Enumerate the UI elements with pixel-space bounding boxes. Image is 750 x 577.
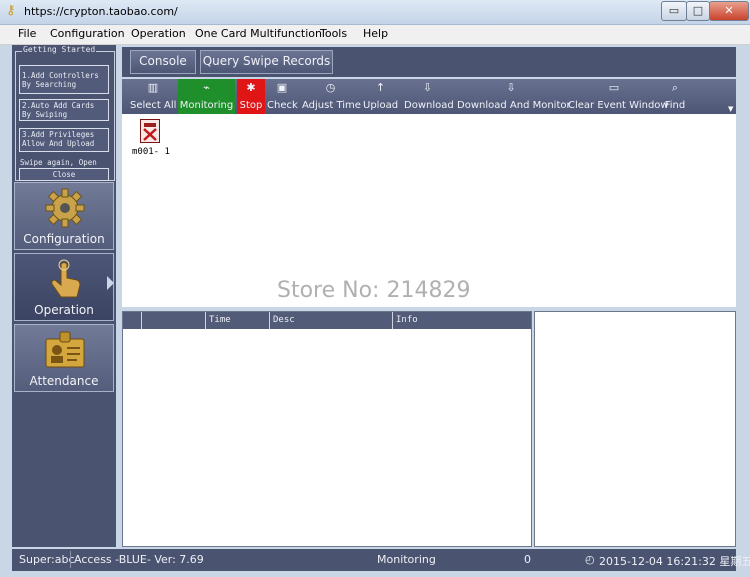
find-button[interactable]: ⌕ Find bbox=[662, 79, 688, 114]
menu-help[interactable]: Help bbox=[363, 27, 388, 40]
status-divider bbox=[70, 551, 71, 568]
maximize-icon: □ bbox=[692, 4, 704, 17]
status-state: Monitoring bbox=[377, 553, 436, 566]
menu-tools[interactable]: Tools bbox=[320, 27, 347, 40]
toolbar-label: Monitoring bbox=[179, 100, 234, 111]
nav-label: Configuration bbox=[23, 232, 105, 246]
app-key-icon: ⚷ bbox=[6, 3, 16, 18]
close-getting-started-button[interactable]: Close bbox=[19, 168, 109, 181]
step-line: 2.Auto Add Cards bbox=[22, 101, 95, 110]
step-line: By Swiping bbox=[22, 110, 68, 119]
gear-icon bbox=[45, 188, 85, 228]
upload-button[interactable]: ↑ Upload bbox=[363, 79, 398, 114]
controller-device-icon[interactable] bbox=[140, 119, 160, 143]
column-header-time[interactable]: Time bbox=[205, 312, 269, 329]
minimize-button[interactable]: ▭ bbox=[661, 1, 687, 21]
nav-attendance[interactable]: Attendance bbox=[14, 324, 114, 392]
getting-started-box: Getting Started 1.Add Controllers By Sea… bbox=[15, 45, 115, 181]
status-datetime: 2015-12-04 16:21:32 星期五 bbox=[599, 555, 750, 568]
status-access-version: Access -BLUE- Ver: 7.69 bbox=[74, 553, 204, 566]
toolbar-label: Upload bbox=[363, 100, 399, 111]
select-all-button[interactable]: ▥ Select All bbox=[130, 79, 176, 114]
toolbar-label: Stop bbox=[239, 100, 263, 111]
add-controllers-button[interactable]: 1.Add Controllers By Searching bbox=[19, 65, 109, 94]
toolbar-label: Download bbox=[404, 100, 454, 111]
device-offline-icon bbox=[143, 123, 157, 141]
add-privileges-button[interactable]: 3.Add Privileges Allow And Upload bbox=[19, 128, 109, 152]
menu-operation[interactable]: Operation bbox=[131, 27, 186, 40]
maximize-button[interactable]: □ bbox=[686, 1, 710, 21]
step-line: 1.Add Controllers bbox=[22, 71, 99, 80]
toolbar-label: Check bbox=[267, 100, 298, 111]
event-table: Time Desc Info bbox=[122, 311, 532, 547]
monitoring-button[interactable]: ⌁ Monitoring bbox=[178, 79, 235, 114]
close-button[interactable]: ✕ bbox=[709, 1, 749, 21]
step-line: Allow And Upload bbox=[22, 139, 95, 148]
tabs-bar: Console Query Swipe Records bbox=[122, 47, 736, 77]
minimize-icon: ▭ bbox=[668, 4, 680, 17]
menu-configuration[interactable]: Configuration bbox=[50, 27, 125, 40]
trash-icon: ▭ bbox=[608, 81, 620, 94]
swipe-again-text: Swipe again, Open bbox=[20, 158, 97, 167]
toolbar-label: Clear Event Window bbox=[568, 100, 669, 111]
tab-console[interactable]: Console bbox=[130, 50, 196, 74]
tab-query-swipe-records[interactable]: Query Swipe Records bbox=[200, 50, 333, 74]
column-header-desc[interactable]: Desc bbox=[269, 312, 392, 329]
column-header[interactable] bbox=[123, 312, 141, 329]
getting-started-title: Getting Started bbox=[22, 45, 97, 54]
stop-icon: ✱ bbox=[246, 81, 256, 94]
toolbar-label: Find bbox=[664, 100, 686, 111]
menu-bar: File Configuration Operation One Card Mu… bbox=[0, 25, 750, 45]
menu-one-card[interactable]: One Card Multifunction bbox=[195, 27, 322, 40]
nav-configuration[interactable]: Configuration bbox=[14, 182, 114, 250]
upload-arrow-icon: ↑ bbox=[375, 81, 386, 94]
stop-button[interactable]: ✱ Stop bbox=[237, 79, 265, 114]
status-count: 0 bbox=[524, 553, 531, 566]
download-button[interactable]: ⇩ Download bbox=[404, 79, 454, 114]
event-table-header: Time Desc Info bbox=[123, 312, 531, 329]
id-card-icon bbox=[45, 331, 85, 368]
monitor-icon: ⌁ bbox=[203, 81, 210, 94]
close-icon: ✕ bbox=[724, 4, 734, 17]
clock-icon: ◷ bbox=[325, 81, 336, 94]
select-all-icon: ▥ bbox=[147, 81, 159, 94]
nav-label: Operation bbox=[34, 303, 94, 317]
auto-add-cards-button[interactable]: 2.Auto Add Cards By Swiping bbox=[19, 99, 109, 121]
column-header[interactable] bbox=[141, 312, 205, 329]
clock-status-icon: ◴ bbox=[585, 553, 595, 566]
hand-pointer-icon bbox=[51, 259, 81, 298]
store-watermark: Store No: 214829 bbox=[277, 278, 471, 303]
check-button[interactable]: ▣ Check bbox=[267, 79, 298, 114]
toolbar-label: Download And Monitor bbox=[457, 100, 571, 111]
download-monitor-icon: ⇩ bbox=[506, 81, 516, 94]
nav-operation[interactable]: Operation bbox=[14, 253, 114, 321]
column-header-info[interactable]: Info bbox=[392, 312, 531, 329]
clear-event-window-button[interactable]: ▭ Clear Event Window bbox=[568, 79, 669, 114]
detail-panel bbox=[534, 311, 736, 547]
window-title: https://crypton.taobao.com/ bbox=[24, 5, 178, 18]
magnifier-icon: ⌕ bbox=[671, 81, 679, 94]
title-bar: ⚷ https://crypton.taobao.com/ ▭ □ ✕ bbox=[0, 0, 750, 25]
download-and-monitor-button[interactable]: ⇩ Download And Monitor bbox=[457, 79, 571, 114]
menu-file[interactable]: File bbox=[18, 27, 36, 40]
check-icon: ▣ bbox=[276, 81, 288, 94]
step-line: By Searching bbox=[22, 80, 77, 89]
toolbar: ▥ Select All ⌁ Monitoring ✱ Stop ▣ Check… bbox=[122, 79, 736, 114]
step-line: 3.Add Privileges bbox=[22, 130, 95, 139]
adjust-time-button[interactable]: ◷ Adjust Time bbox=[302, 79, 361, 114]
device-label[interactable]: m001- 1 bbox=[132, 147, 170, 157]
download-icon: ⇩ bbox=[422, 81, 433, 94]
toolbar-label: Adjust Time bbox=[302, 100, 361, 111]
left-panel: Getting Started 1.Add Controllers By Sea… bbox=[12, 45, 116, 547]
nav-label: Attendance bbox=[29, 374, 99, 388]
toolbar-scroll-down-icon[interactable]: ▼ bbox=[728, 105, 733, 113]
active-nav-indicator bbox=[107, 276, 114, 290]
status-bar: Super:abc Access -BLUE- Ver: 7.69 Monito… bbox=[12, 549, 750, 571]
status-user: Super:abc bbox=[19, 553, 75, 566]
toolbar-label: Select All bbox=[130, 100, 177, 111]
